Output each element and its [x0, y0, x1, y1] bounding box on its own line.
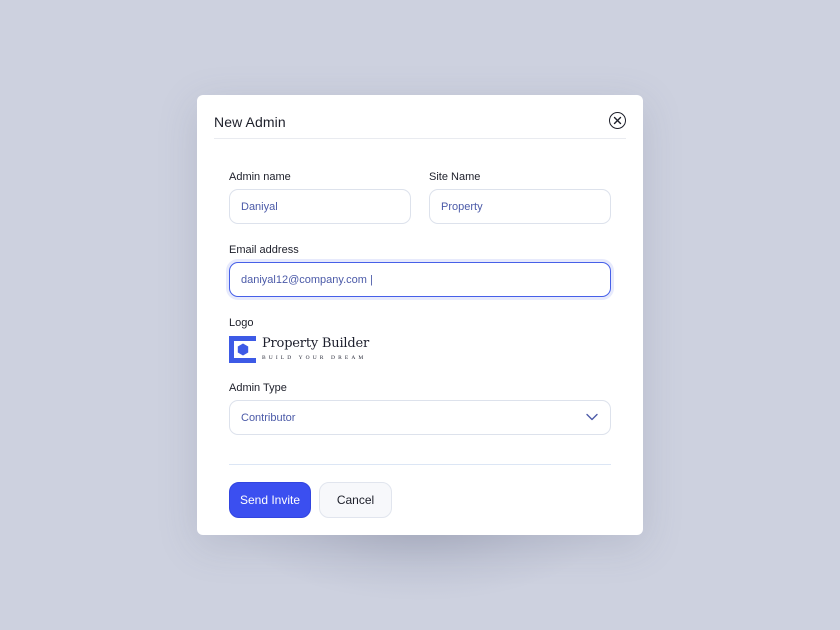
admin-type-label: Admin Type — [229, 382, 287, 394]
cancel-button[interactable]: Cancel — [319, 482, 392, 518]
admin-type-select[interactable]: Contributor — [229, 400, 611, 435]
send-invite-button[interactable]: Send Invite — [229, 482, 311, 518]
modal-header: New Admin — [214, 95, 626, 139]
hexagon-logo-icon — [229, 336, 256, 363]
close-button[interactable] — [609, 112, 626, 129]
site-name-input[interactable] — [429, 189, 611, 224]
admin-name-label: Admin name — [229, 171, 291, 183]
modal-title: New Admin — [214, 114, 286, 130]
close-icon — [613, 116, 622, 125]
logo-tagline: BUILD YOUR DREAM — [262, 355, 367, 361]
admin-name-input[interactable] — [229, 189, 411, 224]
chevron-down-icon — [586, 413, 598, 421]
logo-brand-name: Property Builder — [262, 336, 369, 351]
footer-divider — [229, 464, 611, 465]
admin-type-value: Contributor — [241, 412, 296, 424]
site-name-label: Site Name — [429, 171, 481, 183]
email-label: Email address — [229, 244, 299, 256]
new-admin-modal: New Admin Admin name Site Name Email add… — [197, 95, 643, 535]
brand-logo: Property Builder BUILD YOUR DREAM — [229, 336, 369, 364]
email-input[interactable] — [229, 262, 611, 297]
logo-label: Logo — [229, 317, 254, 329]
